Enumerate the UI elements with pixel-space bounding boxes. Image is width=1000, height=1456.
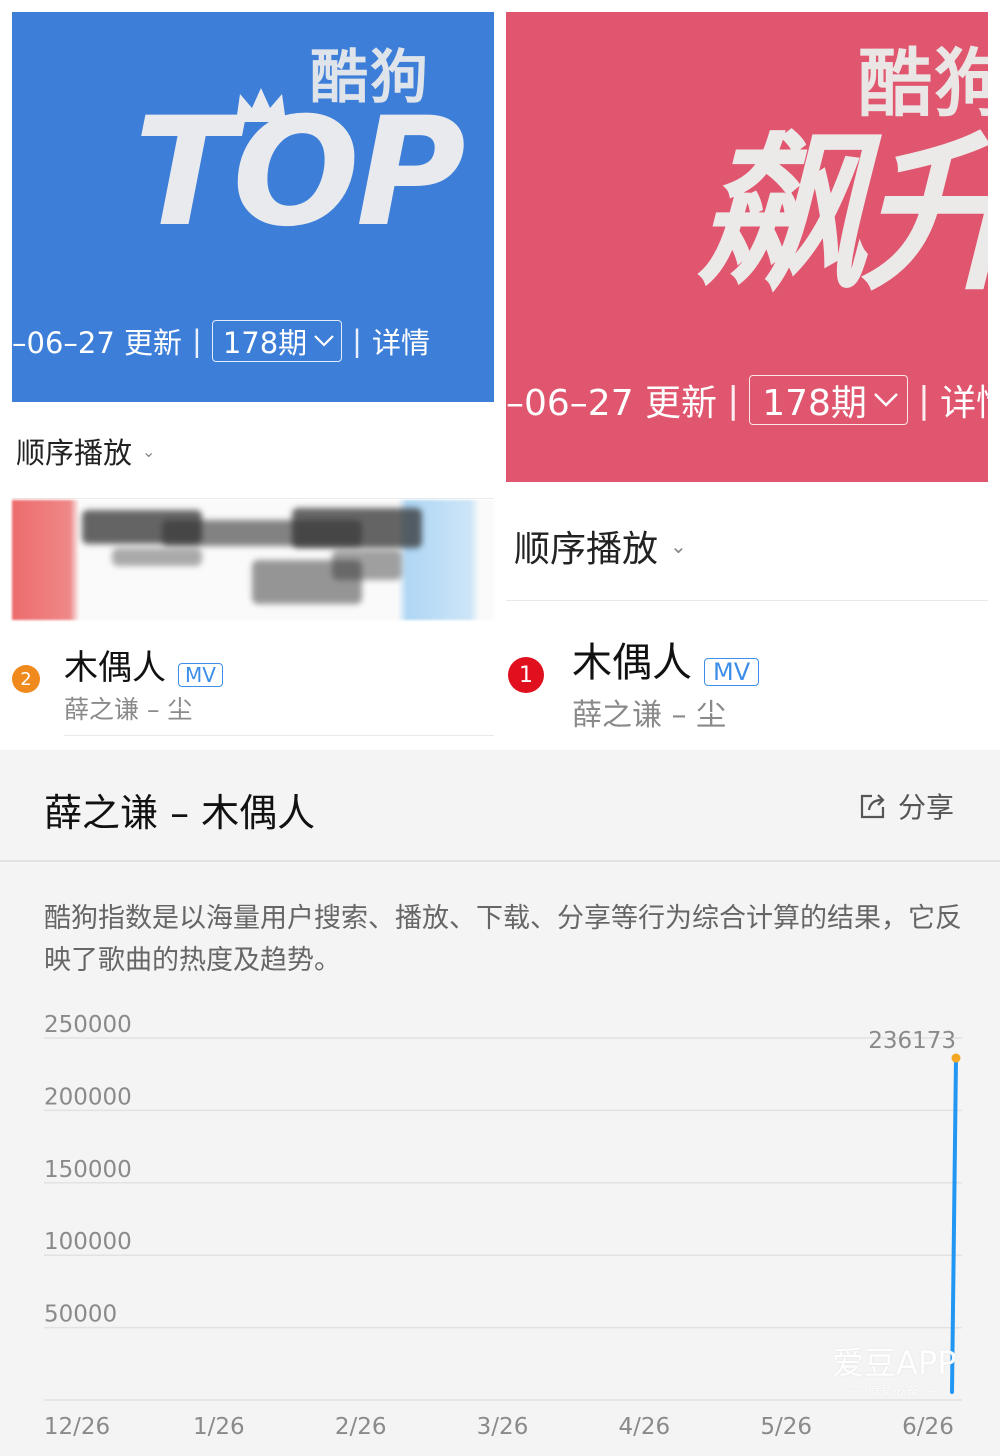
divider (12, 498, 494, 499)
watermark-logo: 爱豆APP — 追星必备 — (832, 1338, 957, 1398)
data-label: 236173 (868, 1028, 956, 1054)
divider (64, 735, 494, 736)
share-label: 分享 (898, 791, 955, 824)
update-date: –06–27 更新 (12, 326, 183, 360)
period-label: 178期 (222, 326, 308, 360)
y-tick-label: 50000 (44, 1302, 117, 1328)
banner-meta: –06–27 更新 | 178期 | 详情 (506, 374, 988, 426)
divider (0, 860, 1000, 862)
x-tick-label: 4/26 (619, 1414, 671, 1440)
divider: | (917, 379, 931, 421)
x-tick-label: 6/26 (902, 1414, 954, 1440)
y-tick-label: 250000 (44, 1012, 132, 1038)
banner-chart-name: 飙升 (696, 116, 988, 314)
share-icon (860, 794, 885, 819)
period-selector[interactable]: 178期 (211, 320, 343, 362)
divider: | (727, 379, 740, 421)
banner-chart-name: TOP 50 (134, 86, 494, 260)
x-tick-label: 1/26 (193, 1414, 245, 1440)
chevron-down-icon: ⌄ (142, 441, 156, 461)
y-tick-label: 200000 (44, 1084, 132, 1110)
song-row[interactable]: 木偶人 MV (64, 640, 223, 689)
left-chart-banner[interactable]: 酷狗 TOP 50 –06–27 更新 | 178期 | 详情 (12, 12, 494, 402)
data-point (951, 1053, 961, 1063)
chevron-down-icon: ⌄ (670, 534, 687, 558)
index-description: 酷狗指数是以海量用户搜索、播放、下载、分享等行为综合计算的结果，它反映了歌曲的热… (44, 903, 962, 976)
banner-meta: –06–27 更新 | 178期 | 详情 (12, 320, 430, 362)
x-tick-label: 3/26 (477, 1414, 529, 1440)
rank-badge: 1 (508, 657, 544, 693)
divider: | (352, 324, 362, 358)
mv-tag[interactable]: MV (178, 662, 223, 687)
divider: | (192, 324, 202, 358)
rank-badge: 2 (12, 665, 40, 693)
right-chart-banner[interactable]: 酷狗 飙升 –06–27 更新 | 178期 | 详情 (506, 12, 988, 482)
share-button[interactable]: 分享 (858, 786, 954, 826)
period-selector[interactable]: 178期 (749, 375, 908, 425)
play-mode-selector[interactable]: 顺序播放 ⌄ (16, 430, 155, 472)
mv-tag[interactable]: MV (704, 657, 760, 686)
censored-list-item (12, 500, 494, 620)
chevron-down-icon (874, 393, 898, 407)
watermark-text: 爱豆APP (832, 1344, 957, 1382)
play-mode-selector[interactable]: 顺序播放 ⌄ (514, 520, 687, 572)
song-title: 木偶人 (572, 640, 692, 686)
details-link[interactable]: 详情 (372, 320, 430, 362)
song-artist: 薛之谦 – 尘 (572, 698, 727, 733)
y-tick-label: 150000 (44, 1157, 132, 1183)
period-label: 178期 (762, 383, 867, 424)
watermark-subtext: — 追星必备 — (849, 1384, 939, 1397)
chevron-down-icon (314, 335, 334, 347)
y-tick-label: 100000 (44, 1229, 132, 1255)
x-tick-label: 5/26 (760, 1414, 812, 1440)
details-link[interactable]: 详情 (940, 374, 988, 426)
x-tick-label: 2/26 (335, 1414, 387, 1440)
play-mode-label: 顺序播放 (16, 436, 133, 470)
song-artist: 薛之谦 – 尘 (64, 695, 193, 724)
banner-brand: 酷狗 (858, 41, 988, 127)
card-title: 薛之谦 – 木偶人 (44, 791, 316, 835)
update-date: –06–27 更新 (506, 383, 718, 424)
play-mode-label: 顺序播放 (514, 529, 659, 570)
song-row[interactable]: 木偶人 MV (572, 630, 760, 688)
song-title: 木偶人 (64, 648, 166, 688)
x-tick-label: 12/26 (44, 1414, 110, 1440)
divider (506, 600, 988, 601)
